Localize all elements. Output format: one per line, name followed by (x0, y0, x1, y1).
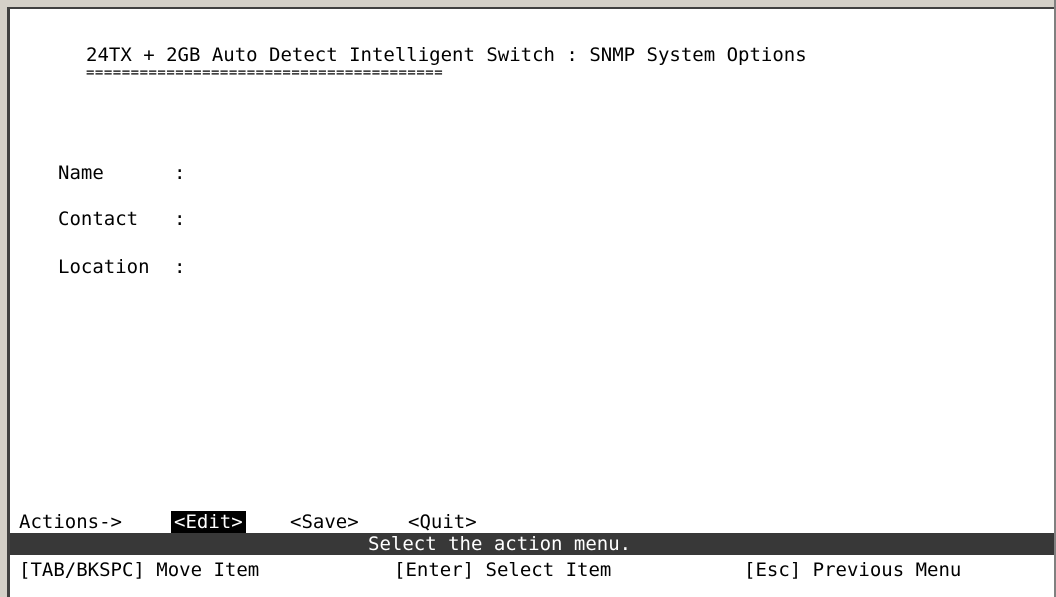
field-label-name: Name (58, 162, 104, 184)
field-label-location: Location (58, 256, 150, 278)
quit-button[interactable]: <Quit> (408, 511, 477, 533)
terminal-screen: 24TX + 2GB Auto Detect Intelligent Switc… (0, 0, 1056, 597)
window-frame-left-shadow (7, 7, 10, 597)
field-separator-name: : (174, 162, 186, 184)
title-underline: ======================================== (86, 65, 444, 81)
actions-prefix: Actions-> (19, 511, 122, 533)
window-frame-top-shadow (7, 7, 1056, 9)
window-frame-top (0, 0, 1056, 7)
field-separator-location: : (174, 256, 186, 278)
status-bar: Select the action menu. (10, 533, 1054, 555)
status-message: Select the action menu. (368, 533, 632, 555)
edit-button[interactable]: <Edit> (171, 511, 246, 533)
help-previous-menu: [Esc] Previous Menu (744, 559, 962, 581)
field-label-contact: Contact (58, 208, 139, 230)
page-title: 24TX + 2GB Auto Detect Intelligent Switc… (86, 44, 807, 66)
help-select-item: [Enter] Select Item (394, 559, 612, 581)
save-button[interactable]: <Save> (290, 511, 359, 533)
field-separator-contact: : (174, 208, 186, 230)
help-move-item: [TAB/BKSPC] Move Item (19, 559, 260, 581)
